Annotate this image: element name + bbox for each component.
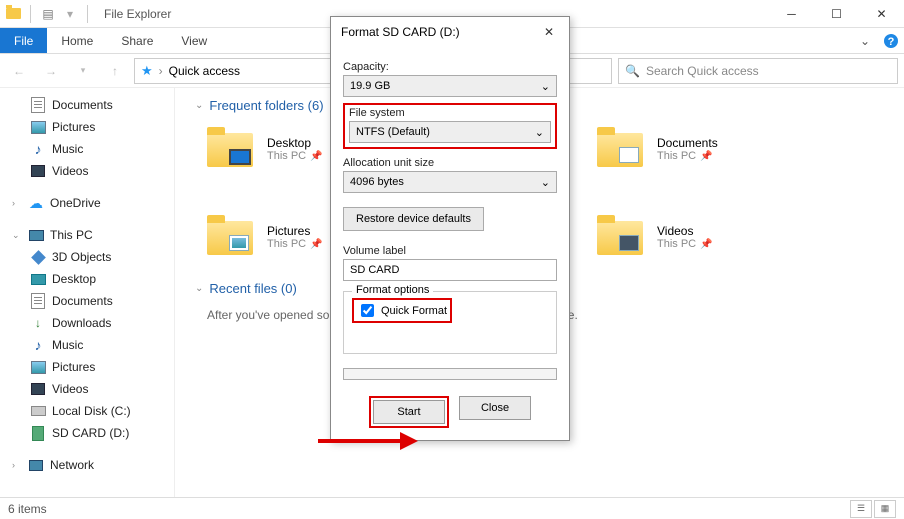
qat-properties-icon[interactable]: ▤ (39, 5, 57, 23)
chevron-down-icon: ⌄ (541, 176, 550, 189)
filesystem-select[interactable]: NTFS (Default)⌄ (349, 121, 551, 143)
search-placeholder: Search Quick access (646, 64, 759, 78)
quick-format-checkbox[interactable] (361, 304, 374, 317)
highlight-quick-format: Quick Format (352, 298, 452, 323)
nav-this-pc[interactable]: ⌄This PC (0, 224, 174, 246)
nav-sd-card[interactable]: SD CARD (D:) (0, 422, 174, 444)
maximize-button[interactable]: ☐ (814, 0, 859, 28)
status-bar: 6 items ☰ ▦ (0, 497, 904, 519)
address-location: Quick access (169, 64, 240, 78)
chevron-down-icon: ⌄ (535, 126, 544, 139)
app-icon (4, 5, 22, 23)
nav-local-disk[interactable]: Local Disk (C:) (0, 400, 174, 422)
nav-network[interactable]: ›Network (0, 454, 174, 476)
close-button[interactable]: ✕ (859, 0, 904, 28)
volume-label-input[interactable] (343, 259, 557, 281)
search-icon: 🔍 (625, 64, 640, 78)
status-item-count: 6 items (8, 502, 47, 516)
ribbon-tab-home[interactable]: Home (47, 28, 107, 53)
filesystem-label: File system (349, 107, 551, 119)
nav-desktop[interactable]: Desktop (0, 268, 174, 290)
pin-icon: 📌 (700, 239, 712, 250)
cloud-icon (28, 195, 44, 211)
navigation-pane: Documents Pictures Music Videos ›OneDriv… (0, 88, 175, 497)
nav-documents-pc[interactable]: Documents (0, 290, 174, 312)
svg-text:?: ? (888, 36, 895, 48)
view-large-icons-button[interactable]: ▦ (874, 500, 896, 518)
volume-label-label: Volume label (343, 245, 557, 257)
capacity-label: Capacity: (343, 61, 557, 73)
nav-3d-objects[interactable]: 3D Objects (0, 246, 174, 268)
quick-access-icon (141, 63, 153, 79)
nav-pictures[interactable]: Pictures (0, 116, 174, 138)
pin-icon: 📌 (700, 151, 712, 162)
allocation-select[interactable]: 4096 bytes⌄ (343, 171, 557, 193)
ribbon-expand-button[interactable]: ⌄ (852, 28, 878, 53)
dialog-close-button[interactable]: ✕ (539, 25, 559, 39)
folder-documents[interactable]: DocumentsThis PC📌 (597, 125, 767, 173)
up-button[interactable]: ↑ (102, 58, 128, 84)
back-button[interactable]: ← (6, 58, 32, 84)
format-dialog: Format SD CARD (D:) ✕ Capacity: 19.9 GB⌄… (330, 16, 570, 441)
ribbon-tab-share[interactable]: Share (107, 28, 167, 53)
allocation-label: Allocation unit size (343, 157, 557, 169)
music-icon (30, 141, 46, 157)
music-icon (30, 337, 46, 353)
start-button[interactable]: Start (373, 400, 445, 424)
quick-format-label: Quick Format (381, 305, 447, 317)
folder-videos[interactable]: VideosThis PC📌 (597, 213, 767, 261)
dialog-titlebar: Format SD CARD (D:) ✕ (331, 17, 569, 47)
dialog-title: Format SD CARD (D:) (341, 25, 460, 39)
highlight-filesystem: File system NTFS (Default)⌄ (343, 103, 557, 149)
restore-defaults-button[interactable]: Restore device defaults (343, 207, 484, 231)
close-dialog-button[interactable]: Close (459, 396, 531, 420)
minimize-button[interactable]: ─ (769, 0, 814, 28)
nav-videos-pc[interactable]: Videos (0, 378, 174, 400)
nav-videos[interactable]: Videos (0, 160, 174, 182)
help-button[interactable]: ? (878, 28, 904, 53)
download-icon (30, 315, 46, 331)
ribbon-tab-view[interactable]: View (167, 28, 221, 53)
pin-icon: 📌 (310, 151, 322, 162)
format-options-fieldset: Format options Quick Format (343, 291, 557, 354)
chevron-right-icon: › (159, 64, 163, 78)
pin-icon: 📌 (310, 239, 322, 250)
chevron-down-icon: ⌄ (541, 80, 550, 93)
ribbon-tab-file[interactable]: File (0, 28, 47, 53)
nav-music-pc[interactable]: Music (0, 334, 174, 356)
highlight-start: Start (369, 396, 449, 428)
view-details-button[interactable]: ☰ (850, 500, 872, 518)
nav-music[interactable]: Music (0, 138, 174, 160)
search-box[interactable]: 🔍 Search Quick access (618, 58, 898, 84)
qat-newfolder-icon[interactable]: ▾ (61, 5, 79, 23)
format-options-legend: Format options (352, 284, 433, 296)
nav-documents[interactable]: Documents (0, 94, 174, 116)
nav-downloads[interactable]: Downloads (0, 312, 174, 334)
nav-pictures-pc[interactable]: Pictures (0, 356, 174, 378)
capacity-select[interactable]: 19.9 GB⌄ (343, 75, 557, 97)
forward-button[interactable]: → (38, 58, 64, 84)
recent-locations-button[interactable]: ▾ (70, 58, 96, 84)
nav-onedrive[interactable]: ›OneDrive (0, 192, 174, 214)
format-progress (343, 368, 557, 380)
window-title: File Explorer (104, 7, 171, 21)
